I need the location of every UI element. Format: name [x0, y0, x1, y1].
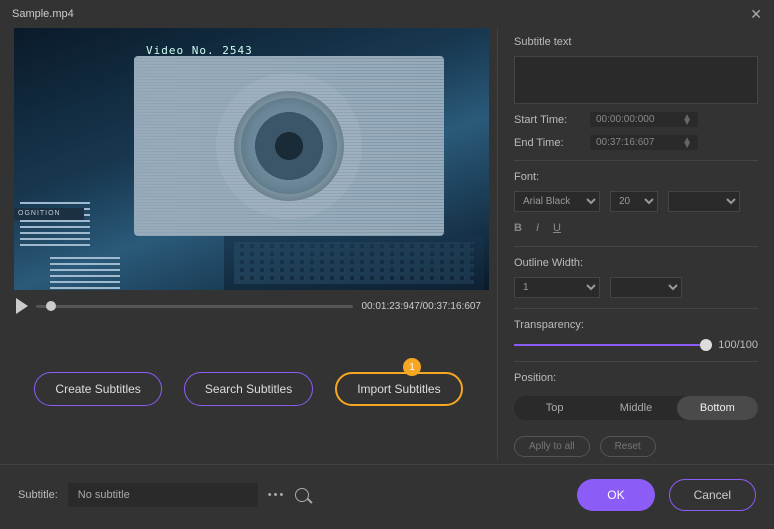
- start-time-input[interactable]: 00:00:00:000▲▼: [590, 112, 698, 127]
- eye-graphic: [234, 91, 344, 201]
- underline-button[interactable]: U: [553, 222, 561, 234]
- hud-screen: [134, 56, 444, 236]
- search-subtitles-button[interactable]: Search Subtitles: [184, 372, 313, 406]
- transparency-slider[interactable]: [514, 344, 712, 346]
- font-color-select[interactable]: [668, 191, 740, 212]
- step-badge: 1: [403, 358, 421, 376]
- position-toggle[interactable]: Top Middle Bottom: [514, 396, 758, 420]
- spinner-icon[interactable]: ▲▼: [682, 115, 692, 125]
- outline-color-select[interactable]: [610, 277, 682, 298]
- outline-width-select[interactable]: 1: [514, 277, 600, 298]
- time-display: 00:01:23:947/00:37:16:607: [361, 301, 481, 312]
- position-bottom[interactable]: Bottom: [677, 396, 758, 420]
- slider-thumb[interactable]: [700, 339, 712, 351]
- video-preview[interactable]: Video No. 2543 OGNITION: [14, 28, 489, 290]
- window-title: Sample.mp4: [12, 8, 74, 20]
- subtitle-select[interactable]: No subtitle: [68, 483, 258, 507]
- outline-width-label: Outline Width:: [514, 257, 758, 269]
- more-icon[interactable]: •••: [268, 489, 286, 501]
- spinner-icon[interactable]: ▲▼: [682, 138, 692, 148]
- font-label: Font:: [514, 171, 758, 183]
- import-subtitles-button[interactable]: Import Subtitles: [335, 372, 462, 406]
- close-icon[interactable]: ✕: [750, 6, 762, 23]
- seek-track[interactable]: [36, 305, 353, 308]
- create-subtitles-button[interactable]: Create Subtitles: [34, 372, 161, 406]
- subtitle-footer-label: Subtitle:: [18, 489, 58, 501]
- position-middle[interactable]: Middle: [595, 396, 676, 420]
- bold-button[interactable]: B: [514, 222, 522, 234]
- end-time-input[interactable]: 00:37:16:607▲▼: [590, 135, 698, 150]
- font-size-select[interactable]: 20: [610, 191, 658, 212]
- hud-buildings: [224, 236, 484, 290]
- search-icon[interactable]: [295, 488, 309, 502]
- position-label: Position:: [514, 372, 758, 384]
- subtitle-text-input[interactable]: [514, 56, 758, 104]
- position-top[interactable]: Top: [514, 396, 595, 420]
- font-family-select[interactable]: Arial Black: [514, 191, 600, 212]
- subtitle-text-label: Subtitle text: [514, 36, 758, 48]
- transparency-value: 100/100: [718, 339, 758, 351]
- hud-cognition: OGNITION: [14, 208, 84, 220]
- ok-button[interactable]: OK: [577, 479, 654, 511]
- start-time-label: Start Time:: [514, 114, 580, 126]
- italic-button[interactable]: I: [536, 222, 539, 234]
- seek-thumb[interactable]: [46, 301, 56, 311]
- hud-bars: [20, 52, 120, 262]
- end-time-label: End Time:: [514, 137, 580, 149]
- reset-button[interactable]: Reset: [600, 436, 656, 457]
- cancel-button[interactable]: Cancel: [669, 479, 756, 511]
- transparency-label: Transparency:: [514, 319, 758, 331]
- apply-to-all-button[interactable]: Aplly to all: [514, 436, 590, 457]
- play-icon[interactable]: [16, 298, 28, 314]
